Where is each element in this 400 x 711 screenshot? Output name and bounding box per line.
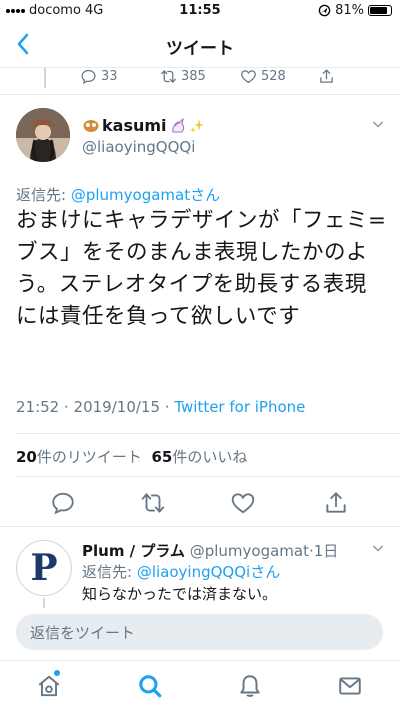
retweet-icon [161,70,176,83]
user-handle[interactable]: @liaoyingQQQi [82,138,195,156]
thread-line [43,598,45,608]
prev-retweet-count: 385 [181,69,206,84]
reply-icon [81,69,96,85]
reply-header: Plum / プラム @plumyogamat·1日 [82,540,338,561]
tweet-time: 21:52 [16,398,60,416]
prev-tweet-actions: 33 385 528 [80,66,390,88]
divider [16,476,400,477]
reply-compose-input[interactable]: 返信をツイート [16,614,383,650]
tweet-meta: 21:52 · 2019/10/15 · Twitter for iPhone [16,398,306,416]
reply-reply-to: 返信先: @liaoyingQQQiさん [82,561,280,582]
battery-icon [368,5,392,16]
thread-line [44,68,46,88]
unicorn-icon [171,117,184,132]
prev-share-button[interactable] [318,68,335,85]
like-label: 件のいいね [172,448,248,466]
retweet-label: 件のリツイート [36,448,142,466]
retweet-icon[interactable] [140,490,166,516]
reply-to-prefix: 返信先: [16,186,71,204]
share-icon[interactable] [323,490,349,516]
like-icon[interactable] [230,490,256,516]
share-icon [320,69,333,83]
reply-to-suffix: さん [250,563,281,581]
page-title: ツイート [166,39,234,59]
reply-to-prefix: 返信先: [82,563,137,581]
user-name[interactable]: kasumi [82,116,205,135]
like-icon [241,70,256,84]
likes-link[interactable]: 65件のいいね [151,448,247,466]
divider [0,94,400,95]
reply-to-link[interactable]: @plumyogamat [71,186,190,204]
messages-icon[interactable] [337,673,363,699]
tweet-source[interactable]: Twitter for iPhone [174,398,305,416]
reply-to-link[interactable]: @liaoyingQQQi [137,563,250,581]
home-icon[interactable] [36,673,62,699]
chevron-down-icon[interactable] [372,118,384,130]
prev-reply-count: 33 [101,69,118,84]
tweet-actions [0,488,400,518]
engagement-counts: 20件のリツイート 65件のいいね [16,446,247,467]
search-icon[interactable] [137,673,163,699]
tweet-date: 2019/10/15 [73,398,161,416]
pretzel-icon [83,119,99,132]
status-right: 81% [318,3,392,18]
unread-dot [54,670,60,676]
user-name-text: kasumi [102,116,167,135]
reply-to: 返信先: @plumyogamatさん [16,184,220,205]
divider [16,433,400,434]
chevron-down-icon[interactable] [372,542,384,554]
reply-to-suffix: さん [190,186,221,204]
prev-like-count: 528 [261,69,286,84]
reply-text: 知らなかったでは済まない。 [82,585,278,603]
reply-avatar[interactable]: P [16,540,72,596]
tab-bar [0,660,400,711]
location-icon [318,4,331,17]
reply-user-name[interactable]: Plum / プラム [82,542,185,560]
reply-user-handle[interactable]: @plumyogamat [190,542,309,560]
prev-reply-button[interactable]: 33 [80,68,118,85]
sparkles-icon [189,118,204,133]
reply-icon[interactable] [50,490,76,516]
prev-retweet-button[interactable]: 385 [160,68,206,85]
avatar-photo [16,108,70,162]
prev-like-button[interactable]: 528 [240,68,286,85]
retweet-count: 20 [16,448,37,466]
like-count: 65 [151,448,173,466]
battery-percent: 81% [335,3,364,18]
reply-time: 1日 [313,542,339,560]
tweet-text: おまけにキャラデザインが「フェミ=ブス」をそのまんま表現したかのよう。ステレオタ… [16,208,387,329]
navigation-bar: ツイート [0,22,400,68]
status-bar: docomo 4G 11:55 81% [0,0,400,22]
retweets-link[interactable]: 20件のリツイート [16,448,142,466]
divider [0,526,400,527]
notifications-icon[interactable] [237,673,263,699]
avatar[interactable] [16,108,70,162]
